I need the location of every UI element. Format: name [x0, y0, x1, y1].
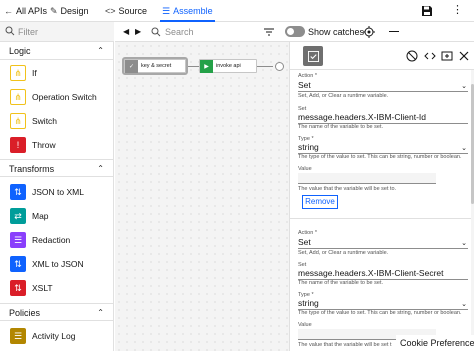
expand-icon[interactable]: [441, 50, 453, 62]
flow-node-invoke-api[interactable]: ▶ invoke api: [199, 59, 257, 73]
tab-source[interactable]: <> Source: [105, 0, 147, 22]
property-panel: Action * Set ⌄ Set, Add, or Clear a runt…: [289, 42, 474, 351]
set-variable-icon: ✓: [125, 59, 138, 73]
show-catches-label: Show catches: [308, 27, 365, 37]
if-icon: ⋔: [10, 65, 26, 81]
filter-bar: [0, 22, 114, 42]
chevron-down-icon[interactable]: ⌄: [461, 300, 467, 308]
save-icon[interactable]: [421, 5, 433, 17]
filter-icon[interactable]: [263, 26, 275, 38]
palette-item-json-to-xml[interactable]: ⇅ JSON to XML: [0, 180, 114, 204]
overflow-menu-icon[interactable]: ⋮: [452, 3, 463, 17]
chevron-up-icon: ⌃: [97, 164, 104, 173]
action-help: Set, Add, or Clear a runtime variable.: [298, 93, 389, 99]
remove-button[interactable]: Remove: [302, 195, 338, 209]
action-label: Action *: [298, 73, 317, 79]
tab-all-apis[interactable]: ← All APIs: [4, 0, 47, 22]
assemble-icon: ☰: [162, 6, 171, 16]
warning-icon: !: [10, 137, 26, 153]
chevron-down-icon[interactable]: ⌄: [461, 82, 467, 90]
tab-design[interactable]: ✎ Design: [50, 0, 89, 22]
chevron-right-icon[interactable]: ▶: [135, 25, 141, 39]
palette-item-throw[interactable]: ! Throw: [0, 133, 114, 157]
show-catches-toggle[interactable]: [285, 26, 305, 37]
search-icon: [151, 27, 161, 37]
value-help: The value that the variable will be set …: [298, 186, 397, 192]
code-icon[interactable]: [424, 50, 436, 62]
type-help: The type of the value to set. This can b…: [298, 154, 462, 160]
set-help: The name of the variable to be set.: [298, 280, 383, 286]
panel-body: Action * Set ⌄ Set, Add, or Clear a runt…: [290, 70, 474, 351]
json-to-xml-icon: ⇅: [10, 184, 26, 200]
canvas-search-input[interactable]: [165, 25, 265, 39]
set-variable-icon: [303, 46, 323, 66]
value-label: Value: [298, 322, 312, 328]
redaction-icon: ☰: [10, 232, 26, 248]
set-input[interactable]: message.headers.X-IBM-Client-Secret: [298, 268, 468, 278]
switch-icon: ⋔: [10, 113, 26, 129]
xslt-icon: ⇅: [10, 280, 26, 296]
palette-item-activity-log[interactable]: ☰ Activity Log: [0, 324, 114, 348]
value-help: The value that the variable will be set …: [298, 342, 392, 348]
cookie-preferences-link[interactable]: Cookie Preferences: [396, 335, 474, 351]
chevron-up-icon: ⌃: [97, 308, 104, 317]
section-logic[interactable]: Logic ⌃: [0, 42, 114, 60]
back-arrow-icon: ←: [4, 6, 13, 16]
section-transforms[interactable]: Transforms ⌃: [0, 159, 114, 177]
palette-item-xslt[interactable]: ⇅ XSLT: [0, 276, 114, 300]
section-policies[interactable]: Policies ⌃: [0, 303, 114, 321]
type-help: The type of the value to set. This can b…: [298, 310, 462, 316]
design-icon: ✎: [50, 6, 58, 16]
set-help: The name of the variable to be set.: [298, 124, 383, 130]
policy-palette: Logic ⌃ ⋔ If ⋔ Operation Switch ⋔ Switch…: [0, 22, 114, 351]
palette-item-map[interactable]: ⇄ Map: [0, 204, 114, 228]
flow-end-point: [275, 62, 284, 71]
tab-assemble[interactable]: ☰ Assemble: [160, 0, 215, 22]
palette-item-if[interactable]: ⋔ If: [0, 61, 114, 85]
code-icon: <>: [105, 6, 116, 16]
value-input[interactable]: [298, 173, 436, 184]
type-select[interactable]: string: [298, 142, 468, 152]
disable-icon[interactable]: [406, 50, 418, 62]
action-help: Set, Add, or Clear a runtime variable.: [298, 250, 389, 256]
action-select[interactable]: Set: [298, 237, 468, 247]
value-label: Value: [298, 166, 312, 172]
chevron-left-icon[interactable]: ◀: [123, 25, 129, 39]
top-bar: ← All APIs ✎ Design <> Source ☰ Assemble…: [0, 0, 474, 22]
operation-switch-icon: ⋔: [10, 89, 26, 105]
action-label: Action *: [298, 230, 317, 236]
xml-to-json-icon: ⇅: [10, 256, 26, 272]
palette-item-redaction[interactable]: ☰ Redaction: [0, 228, 114, 252]
canvas-search: [151, 24, 271, 40]
flow-node-key-secret[interactable]: ✓ key & secret: [122, 57, 188, 75]
chevron-up-icon: ⌃: [97, 46, 104, 55]
panel-header: [290, 42, 474, 70]
search-icon: [5, 26, 15, 36]
minimize-icon[interactable]: [389, 31, 399, 32]
locate-icon[interactable]: [363, 26, 375, 38]
filter-input[interactable]: [18, 25, 108, 39]
palette-item-switch[interactable]: ⋔ Switch: [0, 109, 114, 133]
play-icon: ▶: [200, 59, 213, 73]
close-icon[interactable]: [458, 50, 470, 62]
set-input[interactable]: message.headers.X-IBM-Client-Id: [298, 112, 468, 122]
action-select[interactable]: Set: [298, 80, 468, 90]
palette-item-xml-to-json[interactable]: ⇅ XML to JSON: [0, 252, 114, 276]
chevron-down-icon[interactable]: ⌄: [461, 144, 467, 152]
activity-log-icon: ☰: [10, 328, 26, 344]
chevron-down-icon[interactable]: ⌄: [461, 239, 467, 247]
panel-toolbar: Show catches: [264, 22, 474, 42]
assembly-canvas[interactable]: [115, 42, 289, 351]
type-select[interactable]: string: [298, 298, 468, 308]
palette-item-operation-switch[interactable]: ⋔ Operation Switch: [0, 85, 114, 109]
map-icon: ⇄: [10, 208, 26, 224]
